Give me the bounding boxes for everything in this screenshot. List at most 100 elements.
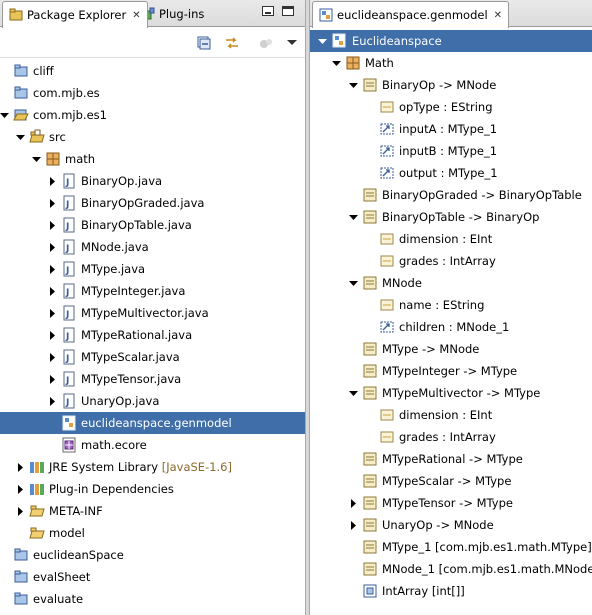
tree-row-cliff[interactable]: cliff [0, 60, 305, 82]
tree-row-name-estring[interactable]: name : EString [310, 294, 592, 316]
expanded-twistie-icon[interactable] [349, 389, 358, 398]
java-file-icon: J [61, 261, 77, 277]
tree-row-mtype-1-com-mjb-es1-math-mtype[interactable]: MType_1 [com.mjb.es1.math.MType] [310, 536, 592, 558]
tree-row-mtypescalar-java[interactable]: J MTypeScalar.java [0, 346, 305, 368]
tree-row-mtype-java[interactable]: J MType.java [0, 258, 305, 280]
tree-row-mtypetensor-java[interactable]: J MTypeTensor.java [0, 368, 305, 390]
tree-label: MNode_1 [com.mjb.es1.math.MNode] [382, 562, 592, 576]
expanded-twistie-icon[interactable] [332, 59, 341, 68]
expanded-twistie-icon[interactable] [349, 279, 358, 288]
collapsed-twistie-icon[interactable] [48, 330, 57, 340]
tree-row-mtyperational-mtype[interactable]: MTypeRational -> MType [310, 448, 592, 470]
tree-row-model[interactable]: model [0, 522, 305, 544]
ecore-icon [61, 437, 77, 453]
tree-row-dimension-eint[interactable]: dimension : EInt [310, 404, 592, 426]
close-icon[interactable]: ✕ [132, 10, 140, 21]
tree-row-grades-intarray[interactable]: grades : IntArray [310, 250, 592, 272]
link-with-editor-icon[interactable] [224, 35, 240, 51]
tree-row-grades-intarray[interactable]: grades : IntArray [310, 426, 592, 448]
tree-row-root[interactable]: Euclideanspace [310, 30, 592, 52]
java-file-icon: J [61, 393, 77, 409]
tree-row-dimension-eint[interactable]: dimension : EInt [310, 228, 592, 250]
tree-row-plug-in-dependencies[interactable]: Plug-in Dependencies [0, 478, 305, 500]
expanded-twistie-icon[interactable] [32, 155, 41, 164]
tree-row-math[interactable]: math [0, 148, 305, 170]
collapsed-twistie-icon[interactable] [48, 396, 57, 406]
tree-row-output-mtype-1[interactable]: output : MType_1 [310, 162, 592, 184]
tree-row-binaryoptable-binaryop[interactable]: BinaryOpTable -> BinaryOp [310, 206, 592, 228]
tree-row-inputa-mtype-1[interactable]: inputA : MType_1 [310, 118, 592, 140]
collapsed-twistie-icon[interactable] [48, 176, 57, 186]
attribute-icon [379, 253, 395, 269]
tree-row-com-mjb-es1[interactable]: com.mjb.es1 [0, 104, 305, 126]
tree-row-mtypetensor-mtype[interactable]: MTypeTensor -> MType [310, 492, 592, 514]
tree-row-mtypescalar-mtype[interactable]: MTypeScalar -> MType [310, 470, 592, 492]
tree-label: inputB : MType_1 [399, 144, 498, 158]
tab-genmodel-editor[interactable]: euclideanspace.genmodel ✕ [312, 1, 510, 28]
collapsed-twistie-icon[interactable] [16, 484, 25, 494]
tree-row-binaryopgraded-java[interactable]: J BinaryOpGraded.java [0, 192, 305, 214]
collapsed-twistie-icon[interactable] [16, 506, 25, 516]
expanded-twistie-icon[interactable] [349, 213, 358, 222]
collapsed-twistie-icon[interactable] [48, 308, 57, 318]
class-icon [362, 77, 378, 93]
collapsed-twistie-icon[interactable] [16, 462, 25, 472]
class-icon [362, 275, 378, 291]
tree-row-mnode-java[interactable]: J MNode.java [0, 236, 305, 258]
minimize-button[interactable] [262, 6, 274, 16]
tree-label: MType -> MNode [382, 342, 480, 356]
collapsed-twistie-icon[interactable] [48, 198, 57, 208]
tab-package-explorer[interactable]: Package Explorer ✕ [2, 1, 148, 28]
reference-icon [379, 165, 395, 181]
tree-row-binaryop-java[interactable]: J BinaryOp.java [0, 170, 305, 192]
close-icon[interactable]: ✕ [494, 10, 502, 21]
tree-row-evaluate[interactable]: evaluate [0, 588, 305, 610]
tree-row-binaryop-mnode[interactable]: BinaryOp -> MNode [310, 74, 592, 96]
tree-row-mtypeinteger-mtype[interactable]: MTypeInteger -> MType [310, 360, 592, 382]
collapsed-twistie-icon[interactable] [48, 220, 57, 230]
tree-row-mtypemultivector-mtype[interactable]: MTypeMultivector -> MType [310, 382, 592, 404]
expanded-twistie-icon[interactable] [16, 133, 25, 142]
expanded-twistie-icon[interactable] [318, 37, 327, 46]
tree-row-src[interactable]: src [0, 126, 305, 148]
expanded-twistie-icon[interactable] [349, 81, 358, 90]
tree-row-intarray-int[interactable]: IntArray [int[]] [310, 580, 592, 602]
tree-row-euclideanspace-genmodel[interactable]: euclideanspace.genmodel [0, 412, 305, 434]
collapsed-twistie-icon[interactable] [48, 286, 57, 296]
collapsed-twistie-icon[interactable] [48, 242, 57, 252]
collapsed-twistie-icon[interactable] [48, 352, 57, 362]
collapse-all-icon[interactable] [196, 35, 212, 51]
tree-row-mtypemultivector-java[interactable]: J MTypeMultivector.java [0, 302, 305, 324]
collapsed-twistie-icon[interactable] [48, 374, 57, 384]
collapsed-twistie-icon[interactable] [48, 264, 57, 274]
folder-icon [29, 525, 45, 541]
java-file-icon: J [61, 283, 77, 299]
maximize-button[interactable] [282, 6, 294, 16]
tree-row-optype-estring[interactable]: opType : EString [310, 96, 592, 118]
expanded-twistie-icon[interactable] [0, 111, 9, 120]
tree-row-mtype-mnode[interactable]: MType -> MNode [310, 338, 592, 360]
tree-row-inputb-mtype-1[interactable]: inputB : MType_1 [310, 140, 592, 162]
tree-label: BinaryOpGraded.java [81, 196, 205, 210]
tree-row-children-mnode-1[interactable]: children : MNode_1 [310, 316, 592, 338]
collapsed-twistie-icon[interactable] [349, 520, 358, 530]
tree-row-math-ecore[interactable]: math.ecore [0, 434, 305, 456]
view-menu-icon[interactable] [284, 35, 300, 51]
focus-icon[interactable] [258, 35, 274, 51]
tree-row-unaryop-mnode[interactable]: UnaryOp -> MNode [310, 514, 592, 536]
tree-row-math[interactable]: Math [310, 52, 592, 74]
tree-row-unaryop-java[interactable]: J UnaryOp.java [0, 390, 305, 412]
tree-row-euclideanspace[interactable]: euclideanSpace [0, 544, 305, 566]
tree-row-com-mjb-es[interactable]: com.mjb.es [0, 82, 305, 104]
tree-row-binaryopgraded-binaryoptable[interactable]: BinaryOpGraded -> BinaryOpTable [310, 184, 592, 206]
tree-row-mnode[interactable]: MNode [310, 272, 592, 294]
tree-row-mtyperational-java[interactable]: J MTypeRational.java [0, 324, 305, 346]
tree-row-mnode-1-com-mjb-es1-math-mnode[interactable]: MNode_1 [com.mjb.es1.math.MNode] [310, 558, 592, 580]
collapsed-twistie-icon[interactable] [349, 498, 358, 508]
tree-row-binaryoptable-java[interactable]: J BinaryOpTable.java [0, 214, 305, 236]
tree-row-jre-system-library[interactable]: JRE System Library [JavaSE-1.6] [0, 456, 305, 478]
tree-row-meta-inf[interactable]: META-INF [0, 500, 305, 522]
class-icon [362, 451, 378, 467]
tree-row-mtypeinteger-java[interactable]: J MTypeInteger.java [0, 280, 305, 302]
tree-row-evalsheet[interactable]: evalSheet [0, 566, 305, 588]
